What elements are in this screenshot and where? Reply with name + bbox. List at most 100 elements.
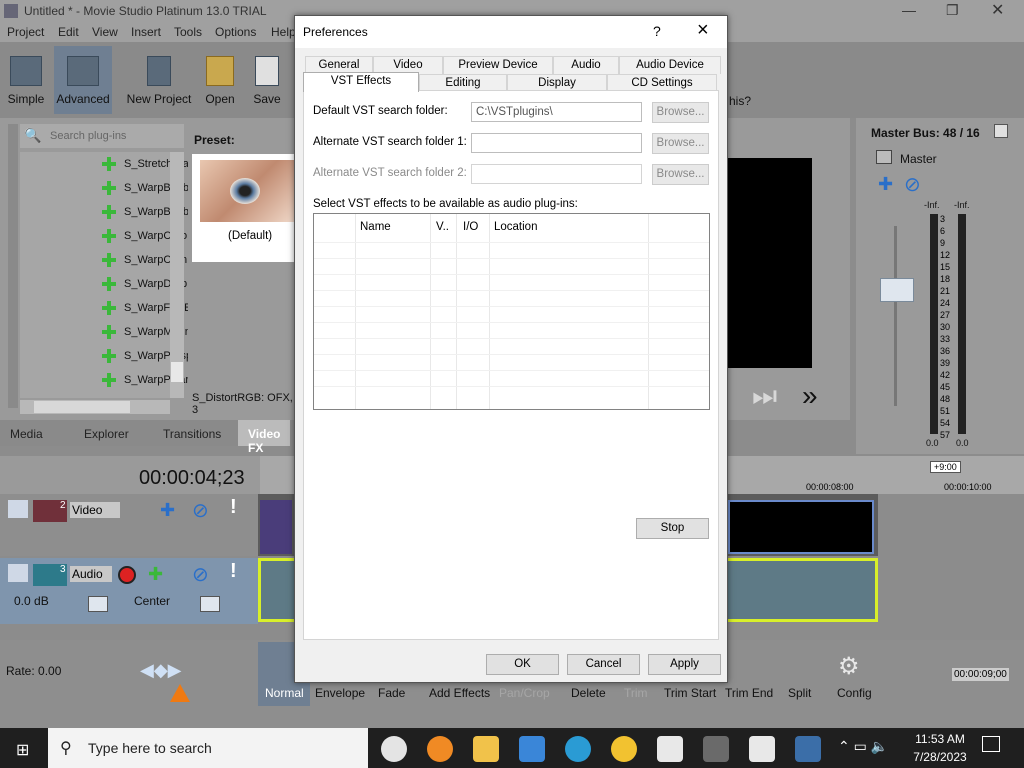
yellow-app-icon[interactable] xyxy=(611,736,637,762)
tool-add-effects[interactable]: Add Effects xyxy=(429,686,490,700)
audio-fx-icon[interactable]: ✚ xyxy=(148,564,163,585)
master-bus-panel: Master Bus: 48 / 16 Master ✚ ⊘ -Inf. -In… xyxy=(856,118,1024,454)
menu-edit[interactable]: Edit xyxy=(58,25,79,39)
menu-options[interactable]: Options xyxy=(215,25,256,39)
taskbar-search[interactable]: ⚲ Type here to search xyxy=(48,728,368,768)
plugin-list-scrollbar[interactable] xyxy=(170,152,184,398)
dialog-close-icon[interactable]: × xyxy=(697,19,709,42)
tool-normal[interactable]: Normal xyxy=(265,686,304,700)
video-solo-icon[interactable]: ! xyxy=(230,496,237,519)
advanced-button[interactable]: Advanced xyxy=(54,46,112,114)
track-menu-icon[interactable] xyxy=(8,500,28,518)
audio-track-name[interactable]: Audio xyxy=(70,566,112,582)
column-location[interactable]: Location xyxy=(494,221,537,233)
row-divider xyxy=(314,242,709,243)
open-button[interactable]: Open xyxy=(203,56,237,106)
tab-vst-effects[interactable]: VST Effects xyxy=(303,72,419,92)
hscroll-thumb[interactable] xyxy=(34,401,130,413)
master-fader-handle[interactable] xyxy=(880,278,914,302)
master-label: Master xyxy=(900,152,937,166)
system-tray-icons[interactable]: ⌃ ▭ 🔈 xyxy=(838,738,888,755)
snipping-tool-icon[interactable] xyxy=(657,736,683,762)
store-icon[interactable] xyxy=(519,736,545,762)
alt1-folder-input[interactable] xyxy=(471,133,642,153)
notifications-icon[interactable] xyxy=(982,736,1000,752)
video-track-number: 2 xyxy=(60,500,66,511)
default-folder-input[interactable]: C:\VSTplugins\ xyxy=(471,102,642,122)
tab-media[interactable]: Media xyxy=(10,427,43,441)
tool-config[interactable]: Config xyxy=(837,686,872,700)
close-icon[interactable]: ✕ xyxy=(991,0,1004,20)
audio-solo-icon[interactable]: ! xyxy=(230,560,237,583)
windows-start-icon[interactable]: ⊞ xyxy=(16,740,29,760)
tab-preview-device[interactable]: Preview Device xyxy=(443,56,553,74)
vst-plugin-list[interactable]: Name V.. I/O Location xyxy=(313,213,710,410)
tool-trim-end[interactable]: Trim End xyxy=(725,686,773,700)
record-arm-icon[interactable] xyxy=(118,566,136,584)
simple-button[interactable]: Simple xyxy=(6,56,46,106)
master-fx-icon[interactable] xyxy=(876,150,892,164)
edge-icon[interactable] xyxy=(565,736,591,762)
default-browse-button[interactable]: Browse... xyxy=(652,102,709,123)
7zip-icon[interactable] xyxy=(749,736,775,762)
tab-explorer[interactable]: Explorer xyxy=(84,427,129,441)
tool-delete[interactable]: Delete xyxy=(571,686,606,700)
shuttle-marker-icon[interactable] xyxy=(170,684,190,702)
plugin-hscrollbar[interactable] xyxy=(20,400,170,414)
tool-fade[interactable]: Fade xyxy=(378,686,405,700)
tool-trim[interactable]: Trim xyxy=(624,686,648,700)
menu-insert[interactable]: Insert xyxy=(131,25,161,39)
master-mute-icon[interactable]: ⊘ xyxy=(904,172,921,197)
audio-mute-icon[interactable]: ⊘ xyxy=(192,562,209,587)
firefox-icon[interactable] xyxy=(427,736,453,762)
plugin-search[interactable]: 🔍 Search plug-ins xyxy=(20,124,184,148)
save-button[interactable]: Save xyxy=(252,56,282,106)
tool-pan-crop[interactable]: Pan/Crop xyxy=(499,686,550,700)
tab-audio[interactable]: Audio xyxy=(553,56,619,74)
chrome-icon[interactable] xyxy=(381,736,407,762)
ok-button[interactable]: OK xyxy=(486,654,559,675)
video-fx-icon[interactable]: ✚ xyxy=(160,500,175,521)
video-mute-icon[interactable]: ⊘ xyxy=(192,498,209,523)
alt2-folder-input[interactable] xyxy=(471,164,642,184)
minimize-icon[interactable]: — xyxy=(902,2,916,18)
menu-view[interactable]: View xyxy=(92,25,118,39)
alt1-browse-button[interactable]: Browse... xyxy=(652,133,709,154)
master-fx-plus-icon[interactable]: ✚ xyxy=(878,174,893,195)
track-menu-icon[interactable] xyxy=(8,564,28,582)
master-settings-icon[interactable] xyxy=(994,124,1008,138)
next-frame-icon[interactable]: ⏭ xyxy=(752,380,777,413)
column-name[interactable]: Name xyxy=(360,221,391,233)
active-app-icon[interactable] xyxy=(795,736,821,762)
tab-video-fx[interactable]: Video FX xyxy=(238,420,291,455)
restore-icon[interactable]: ❐ xyxy=(946,2,959,19)
pan-slider-thumb[interactable] xyxy=(200,596,220,612)
preset-label: Preset: xyxy=(194,133,235,147)
tool-trim-start[interactable]: Trim Start xyxy=(664,686,716,700)
file-explorer-icon[interactable] xyxy=(473,736,499,762)
column-io[interactable]: I/O xyxy=(463,221,478,233)
menu-tools[interactable]: Tools xyxy=(174,25,202,39)
tool-split[interactable]: Split xyxy=(788,686,811,700)
column-version[interactable]: V.. xyxy=(436,221,449,233)
ruler-mark-10: 00:00:10:00 xyxy=(944,482,992,492)
tool-envelope[interactable]: Envelope xyxy=(315,686,365,700)
menu-project[interactable]: Project xyxy=(7,25,44,39)
alt2-browse-button[interactable]: Browse... xyxy=(652,164,709,185)
help-icon[interactable]: ? xyxy=(653,23,661,39)
tab-audio-device[interactable]: Audio Device xyxy=(619,56,721,74)
stop-button[interactable]: Stop xyxy=(636,518,709,539)
gear-icon[interactable]: ⚙ xyxy=(838,652,860,681)
preset-tile-default[interactable]: (Default) xyxy=(192,154,294,262)
new-project-button[interactable]: New Project xyxy=(126,56,192,106)
tab-transitions[interactable]: Transitions xyxy=(163,427,221,441)
fast-forward-icon[interactable]: » xyxy=(802,380,818,412)
volume-slider-thumb[interactable] xyxy=(88,596,108,612)
apply-button[interactable]: Apply xyxy=(648,654,721,675)
shuttle-control-icon[interactable]: ◀◆▶ xyxy=(140,660,182,681)
movie-studio-taskbar-icon[interactable] xyxy=(703,736,729,762)
video-track-name[interactable]: Video xyxy=(70,502,120,518)
cancel-button[interactable]: Cancel xyxy=(567,654,640,675)
menu-help[interactable]: Help xyxy=(271,25,296,39)
scroll-thumb[interactable] xyxy=(171,362,183,382)
